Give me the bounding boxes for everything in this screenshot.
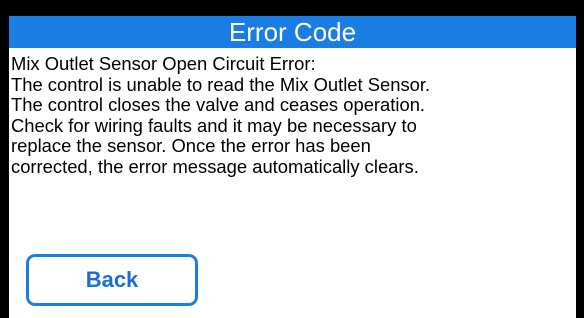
error-panel: Error Code Mix Outlet Sensor Open Circui… (9, 16, 576, 318)
error-message-line: replace the sensor. Once the error has b… (11, 135, 371, 156)
error-message-line: Mix Outlet Sensor Open Circuit Error: (11, 53, 316, 74)
device-screen: Error Code Mix Outlet Sensor Open Circui… (0, 0, 584, 318)
error-message-line: Check for wiring faults and it may be ne… (11, 114, 417, 136)
error-message-line: The control is unable to read the Mix Ou… (11, 73, 431, 95)
error-message-line: corrected, the error message automatical… (11, 155, 419, 177)
page-title: Error Code (9, 16, 576, 48)
error-message: Mix Outlet Sensor Open Circuit Error: Th… (11, 53, 575, 177)
back-button[interactable]: Back (26, 254, 198, 306)
error-message-line: The control closes the valve and ceases … (11, 94, 426, 115)
